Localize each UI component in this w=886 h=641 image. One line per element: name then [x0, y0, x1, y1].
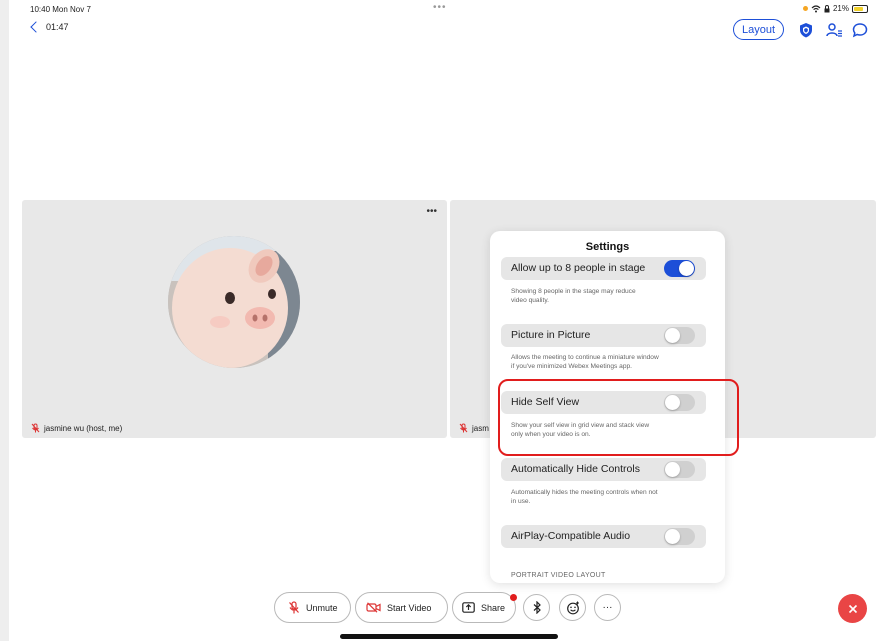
chat-icon[interactable] [851, 21, 869, 39]
wifi-icon [811, 4, 821, 12]
setting-row-eight-in-stage[interactable]: Allow up to 8 people in stage [501, 257, 706, 280]
start-video-label: Start Video [387, 602, 432, 613]
close-icon [848, 604, 857, 613]
share-screen-icon [462, 602, 475, 613]
left-edge [0, 0, 9, 641]
setting-row-picture-in-picture[interactable]: Picture in Picture [501, 324, 706, 347]
airplay-audio-toggle[interactable] [664, 528, 695, 545]
share-label: Share [481, 602, 506, 613]
participant-name-label: jasmine wu (host, me) [31, 423, 122, 433]
setting-row-airplay-audio[interactable]: AirPlay-Compatible Audio [501, 525, 706, 548]
participant-tile-self[interactable]: ••• jasmine wu (host, me) [22, 200, 447, 438]
start-video-button[interactable]: Start Video [355, 592, 448, 623]
lock-rotation-icon [824, 4, 830, 12]
auto-hide-controls-toggle[interactable] [664, 461, 695, 478]
setting-label: Picture in Picture [511, 329, 591, 341]
participant-name-label: jasm [459, 423, 489, 433]
section-header: PORTRAIT VIDEO LAYOUT [511, 572, 606, 579]
smiley-icon [566, 601, 579, 614]
battery-icon [852, 4, 868, 13]
setting-label: Allow up to 8 people in stage [511, 262, 646, 274]
meeting-timer: 01:47 [46, 22, 69, 32]
bluetooth-audio-button[interactable] [523, 594, 550, 621]
setting-row-auto-hide-controls[interactable]: Automatically Hide Controls [501, 458, 706, 481]
muted-mic-icon [289, 601, 299, 614]
setting-description: Allows the meeting to continue a miniatu… [511, 354, 659, 370]
setting-description: Automatically hides the meeting controls… [511, 489, 658, 505]
reactions-button[interactable] [559, 594, 586, 621]
picture-in-picture-toggle[interactable] [664, 327, 695, 344]
end-call-button[interactable] [838, 594, 867, 623]
video-off-icon [366, 602, 381, 613]
avatar [168, 236, 300, 368]
settings-title: Settings [585, 241, 630, 253]
mic-in-use-dot [802, 6, 808, 11]
layout-button[interactable]: Layout [733, 19, 784, 40]
multitask-dots[interactable]: ••• [433, 2, 447, 13]
back-button[interactable]: 01:47 [30, 21, 69, 33]
status-indicators: 21% [802, 4, 868, 13]
muted-mic-icon [459, 423, 468, 433]
participant-name: jasmine wu (host, me) [44, 423, 123, 433]
shield-icon[interactable] [797, 21, 815, 39]
home-indicator[interactable] [340, 634, 558, 639]
participant-name: jasm [472, 423, 489, 433]
setting-description: Showing 8 people in the stage may reduce… [511, 288, 636, 304]
status-time: 10:40 Mon Nov 7 [30, 5, 91, 14]
muted-mic-icon [31, 423, 40, 433]
highlight-box [498, 379, 739, 456]
share-notification-dot [510, 594, 517, 601]
setting-label: Automatically Hide Controls [511, 463, 640, 475]
more-options-button[interactable]: ··· [594, 594, 621, 621]
tile-more-button[interactable]: ••• [426, 206, 437, 217]
participants-icon[interactable] [825, 21, 843, 39]
share-button[interactable]: Share [452, 592, 516, 623]
battery-percent: 21% [832, 4, 849, 13]
bluetooth-icon [533, 601, 541, 614]
unmute-button[interactable]: Unmute [274, 592, 351, 623]
chevron-left-icon [30, 21, 42, 33]
setting-label: AirPlay-Compatible Audio [511, 530, 631, 542]
eight-in-stage-toggle[interactable] [664, 260, 695, 277]
unmute-label: Unmute [306, 602, 338, 613]
